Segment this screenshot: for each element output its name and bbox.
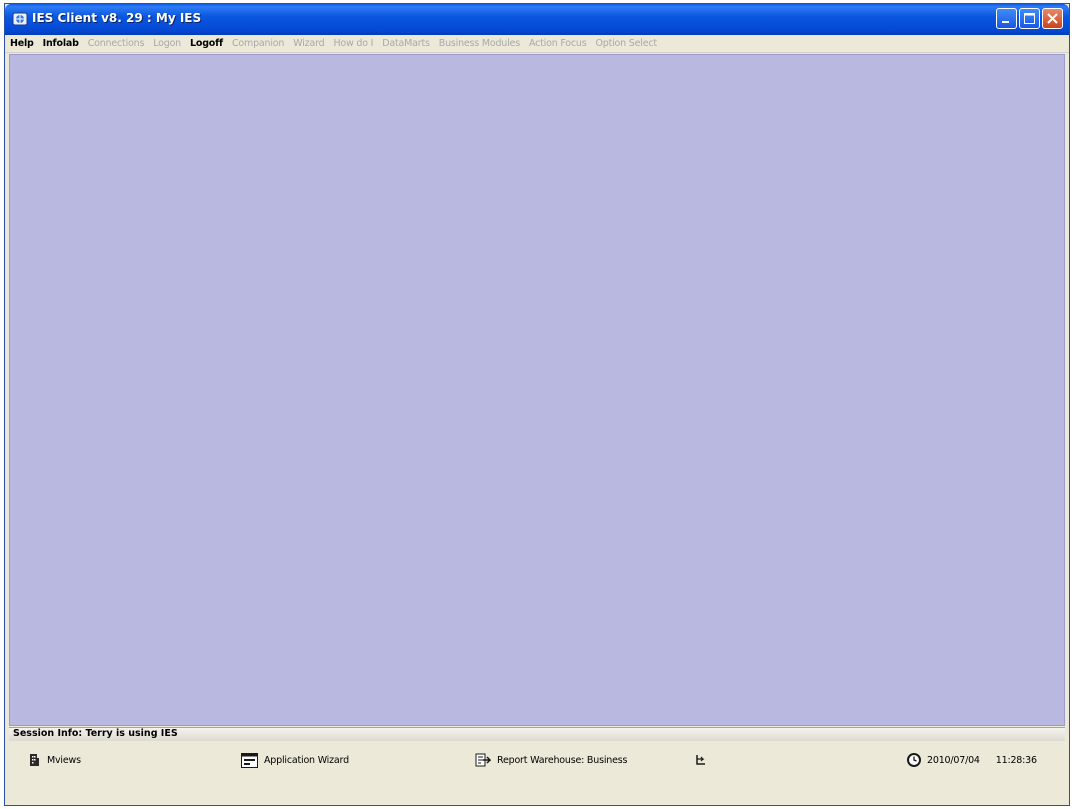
menu-wizard[interactable]: Wizard [293, 38, 324, 49]
title-bar[interactable]: IES Client v8. 29 : My IES [5, 4, 1069, 35]
session-info-bar: Session Info: Terry is using IES [9, 727, 1065, 741]
time-label: 11:28:36 [995, 754, 1037, 766]
minimize-icon [1002, 21, 1009, 23]
menu-connections[interactable]: Connections [88, 38, 145, 49]
report-warehouse-label: Report Warehouse: Business [497, 755, 628, 766]
maximize-button[interactable] [1019, 8, 1040, 29]
mviews-button[interactable]: Mviews [27, 753, 81, 767]
report-arrow-icon [475, 753, 491, 767]
close-button[interactable] [1042, 8, 1063, 29]
close-icon [1047, 13, 1058, 24]
navigate-button[interactable] [694, 753, 714, 767]
window-app-icon [241, 753, 258, 768]
mviews-label: Mviews [47, 754, 81, 766]
minimize-button[interactable] [996, 8, 1017, 29]
menu-companion[interactable]: Companion [232, 38, 284, 49]
menu-help[interactable]: Help [10, 38, 34, 49]
application-wizard-label: Application Wizard [264, 755, 349, 766]
report-warehouse-button[interactable]: Report Warehouse: Business [475, 753, 627, 768]
session-info-text: Session Info: Terry is using IES [13, 728, 178, 739]
menu-logoff[interactable]: Logoff [190, 38, 223, 49]
date-label: 2010/07/04 [927, 754, 980, 766]
building-icon [30, 754, 39, 766]
menu-action-focus[interactable]: Action Focus [529, 38, 587, 49]
menu-how-do-i[interactable]: How do I [333, 38, 373, 49]
menu-datamarts[interactable]: DataMarts [382, 38, 430, 49]
menu-business-modules[interactable]: Business Modules [439, 38, 520, 49]
menu-infolab[interactable]: Infolab [43, 38, 79, 49]
maximize-icon [1024, 13, 1035, 24]
clock-icon [907, 753, 921, 767]
workspace-area[interactable] [9, 54, 1065, 726]
datetime-display: 2010/07/04 11:28:36 [907, 753, 1037, 767]
menu-option-select[interactable]: Option Select [595, 38, 657, 49]
bottom-toolbar: Mviews Application Wizard Report Warehou… [9, 742, 1065, 780]
menu-logon[interactable]: Logon [153, 38, 181, 49]
app-window: IES Client v8. 29 : My IES Help Infolab … [4, 3, 1070, 806]
ies-app-icon [12, 12, 28, 26]
navigate-arrow-icon [696, 755, 705, 765]
application-wizard-button[interactable]: Application Wizard [241, 753, 349, 768]
window-title: IES Client v8. 29 : My IES [32, 11, 202, 25]
menu-bar: Help Infolab Connections Logon Logoff Co… [5, 35, 1069, 53]
